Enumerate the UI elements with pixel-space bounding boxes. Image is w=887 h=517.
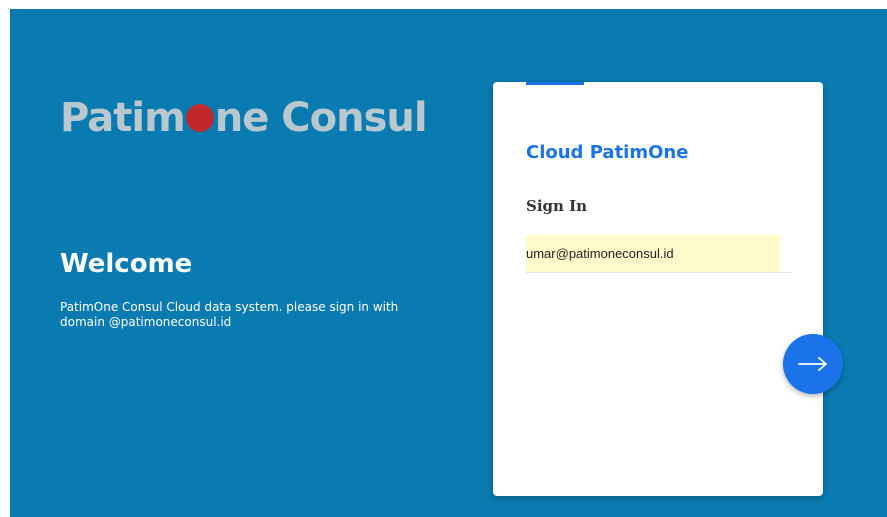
logo-text-end: ne Consul bbox=[214, 95, 428, 141]
sign-in-label: Sign In bbox=[526, 197, 588, 215]
email-input[interactable] bbox=[526, 235, 780, 273]
welcome-title: Welcome bbox=[60, 249, 193, 279]
login-page: Patim ne Consul Welcome PatimOne Consul C… bbox=[10, 9, 887, 517]
welcome-description: PatimOne Consul Cloud data system. pleas… bbox=[60, 300, 399, 329]
logo-o-mark-icon bbox=[185, 104, 214, 132]
logo-text-start: Patim bbox=[60, 95, 186, 141]
card-title: Cloud PatimOne bbox=[526, 142, 689, 163]
input-underline bbox=[780, 272, 791, 273]
sign-in-card: Cloud PatimOne Sign In bbox=[493, 82, 823, 496]
next-button[interactable] bbox=[783, 334, 843, 394]
arrow-right-icon bbox=[798, 357, 827, 371]
brand-logo: Patim ne Consul bbox=[60, 95, 428, 141]
card-accent-bar bbox=[526, 82, 584, 85]
